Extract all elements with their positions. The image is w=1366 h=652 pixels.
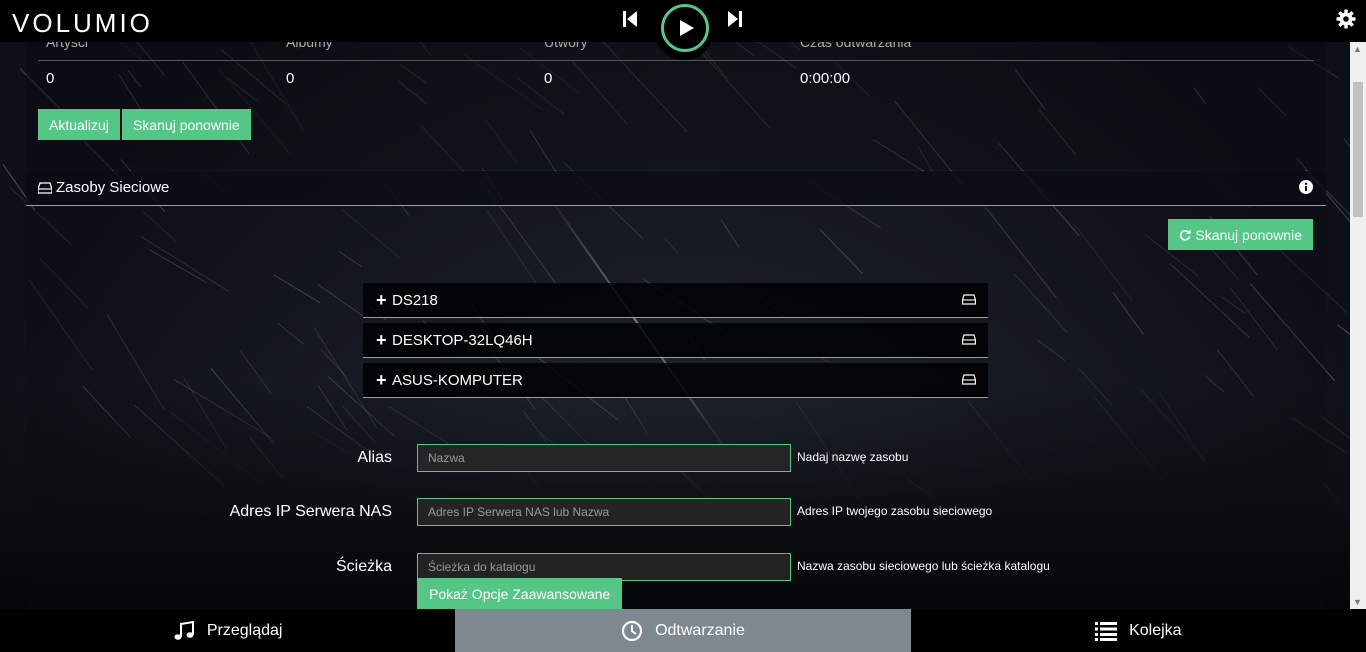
alias-label: Alias [357,449,392,466]
rescan-library-button[interactable]: Skanuj ponownie [122,109,251,140]
stats-divider [38,60,1314,61]
network-shares-title: Zasoby Sieciowe [38,179,169,196]
hard-drive-icon [962,374,976,385]
plus-icon: + [376,329,387,350]
alias-input[interactable] [417,444,791,472]
tab-queue-label: Kolejka [1129,621,1182,639]
scroll-thumb[interactable] [1353,82,1363,217]
path-input[interactable] [417,553,791,581]
previous-track-button[interactable] [622,10,638,33]
next-track-button[interactable] [727,10,743,33]
nas-ip-row: Adres IP Serwera NAS Adres IP twojego za… [26,498,1326,528]
top-bar: VOLUMIO [0,0,1366,60]
nas-ip-input[interactable] [417,498,791,526]
clock-icon [621,620,643,641]
info-icon [1299,180,1313,194]
tab-playback[interactable]: Odtwarzanie [455,609,911,652]
skip-back-icon [623,11,637,27]
plus-icon: + [376,369,387,390]
share-item-asus[interactable]: + ASUS-KOMPUTER [363,363,988,398]
tab-playback-label: Odtwarzanie [655,621,745,639]
sources-settings-page: Artyści Albumy Utwory Czas odtwarzania 0… [26,30,1326,610]
share-item-ds218[interactable]: + DS218 [363,283,988,318]
share-item-desktop[interactable]: + DESKTOP-32LQ46H [363,323,988,358]
gear-icon [1336,9,1356,29]
rescan-network-button[interactable]: Skanuj ponownie [1168,219,1313,250]
nas-ip-label: Adres IP Serwera NAS [229,503,392,520]
hard-drive-icon [38,181,52,194]
play-icon [679,20,694,36]
plus-icon: + [376,289,387,310]
stat-value-albums: 0 [286,70,295,87]
path-label: Ścieżka [335,558,392,575]
nas-ip-help: Adres IP twojego zasobu sieciowego [797,504,993,518]
tab-queue[interactable]: Kolejka [911,609,1366,652]
rescan-network-label: Skanuj ponownie [1195,226,1302,243]
stat-value-artists: 0 [46,70,55,87]
alias-row: Alias Nadaj nazwę zasobu [26,444,1326,474]
tab-browse-label: Przeglądaj [206,621,283,639]
path-help: Nazwa zasobu sieciowego lub ścieżka kata… [797,559,1050,573]
tab-browse[interactable]: Przeglądaj [0,609,455,652]
play-button-wrapper [654,0,714,60]
bottom-nav: Przeglądaj Odtwarzanie Kolejka [0,609,1366,652]
play-button[interactable] [661,4,709,52]
network-share-list: + DS218 + DESKTOP-32LQ46H + ASUS-KOMPUTE… [363,283,988,403]
settings-button[interactable] [1336,9,1356,34]
network-shares-title-text: Zasoby Sieciowe [56,179,170,196]
stat-value-tracks: 0 [544,70,553,87]
network-shares-body: Skanuj ponownie + DS218 + DESKTOP-32LQ46… [26,206,1326,609]
path-row: Ścieżka Nazwa zasobu sieciowego lub ście… [26,553,1326,583]
network-shares-header: Zasoby Sieciowe [26,171,1326,206]
share-name: DESKTOP-32LQ46H [392,331,533,349]
hard-drive-icon [962,294,976,305]
hard-drive-icon [962,334,976,345]
list-icon [1095,621,1118,641]
show-advanced-options-button[interactable]: Pokaż Opcje Zaawansowane [417,578,623,610]
info-button[interactable] [1299,180,1313,199]
share-name: ASUS-KOMPUTER [392,371,523,389]
share-name: DS218 [392,291,438,309]
volumio-logo[interactable]: VOLUMIO [12,8,153,39]
refresh-icon [1180,229,1191,241]
scroll-down-icon[interactable]: ▼ [1353,597,1362,607]
update-library-button[interactable]: Aktualizuj [38,109,120,140]
stat-value-playtime: 0:00:00 [800,70,851,87]
page-scrollbar[interactable]: ▲ ▼ [1350,42,1366,609]
scroll-up-icon[interactable]: ▲ [1353,44,1362,54]
alias-help: Nadaj nazwę zasobu [797,450,909,464]
skip-forward-icon [728,11,742,27]
music-note-icon [174,620,194,640]
